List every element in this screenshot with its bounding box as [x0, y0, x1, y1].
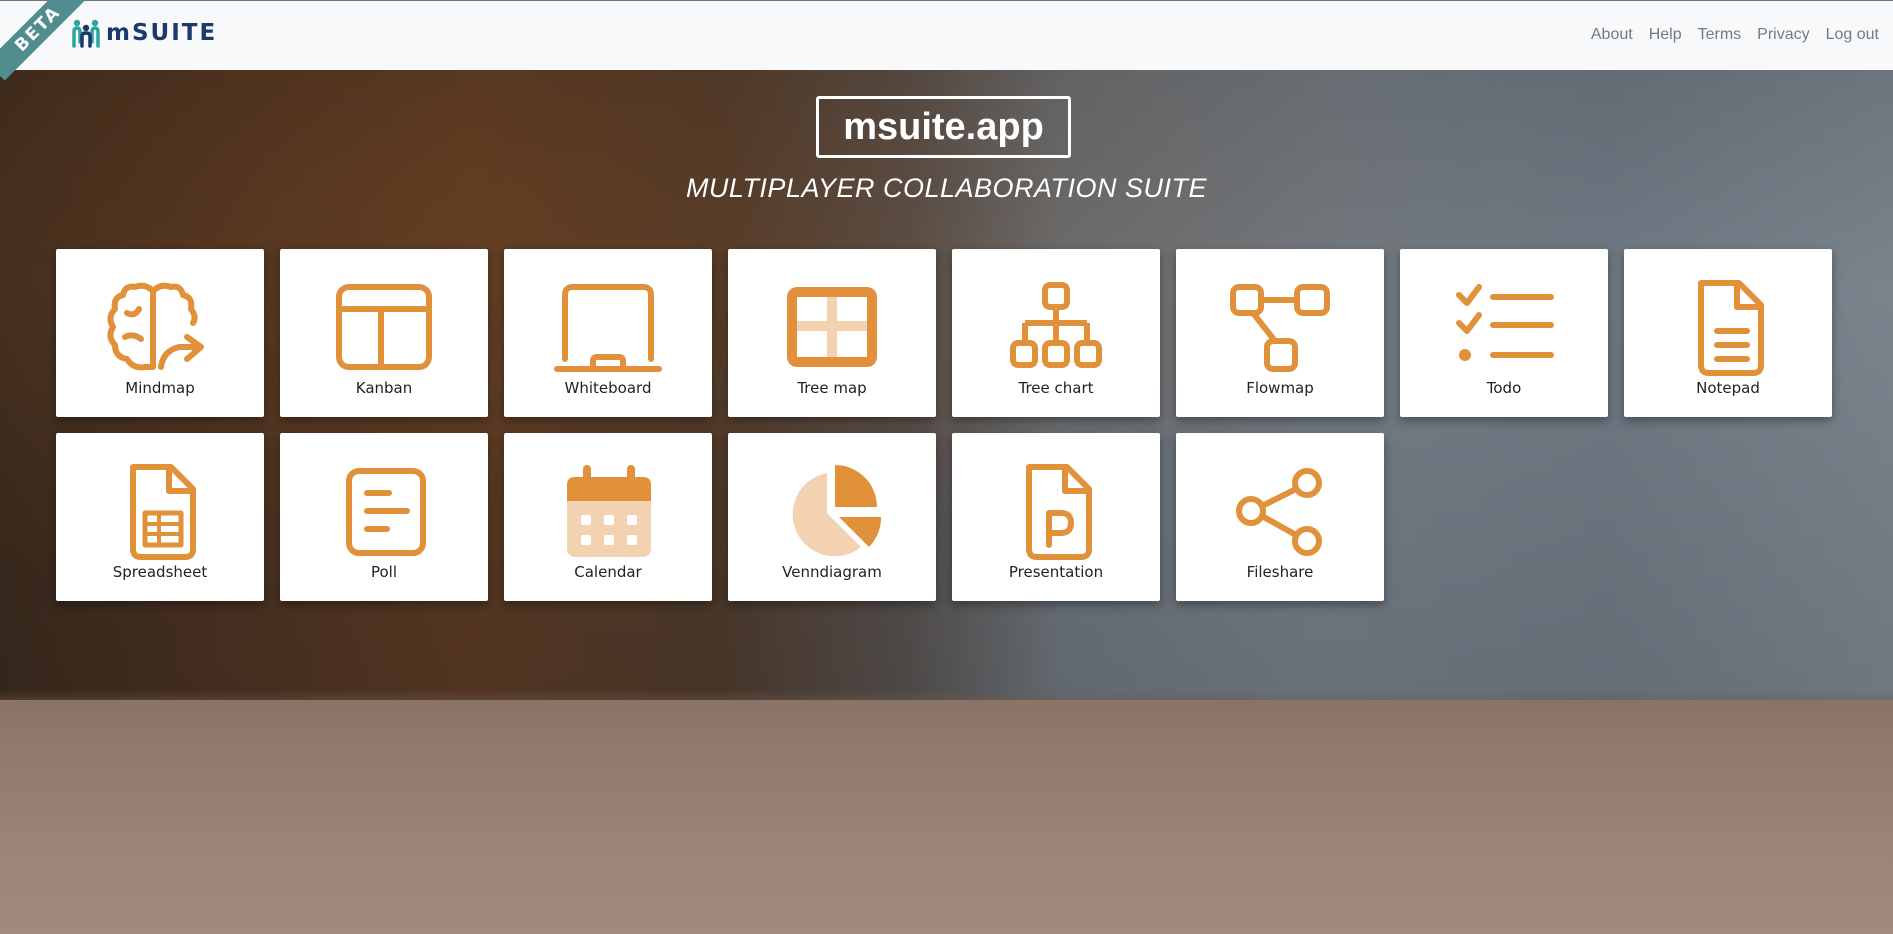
app-card-tree-chart[interactable]: Tree chart: [952, 249, 1160, 417]
checklist-icon: [1449, 279, 1559, 379]
people-logo-icon: [72, 19, 100, 48]
app-label: Kanban: [355, 379, 413, 397]
top-navbar: mSUITE About Help Terms Privacy Log out: [0, 0, 1893, 70]
app-label: Whiteboard: [564, 379, 652, 397]
share-icon: [1225, 463, 1335, 563]
app-card-fileshare[interactable]: Fileshare: [1176, 433, 1384, 601]
site-tagline: MULTIPLAYER COLLABORATION SUITE: [685, 173, 1208, 203]
app-label: Todo: [1486, 379, 1522, 397]
app-card-todo[interactable]: Todo: [1400, 249, 1608, 417]
app-card-presentation[interactable]: Presentation: [952, 433, 1160, 601]
app-label: Poll: [370, 563, 398, 581]
flowmap-icon: [1225, 279, 1335, 379]
brain-icon: [105, 279, 215, 379]
app-label: Mindmap: [125, 379, 195, 397]
app-label: Spreadsheet: [112, 563, 208, 581]
app-label: Fileshare: [1246, 563, 1314, 581]
app-card-flowmap[interactable]: Flowmap: [1176, 249, 1384, 417]
nav-about-link[interactable]: About: [1591, 26, 1633, 44]
calendar-icon: [553, 463, 663, 563]
brand-logo[interactable]: mSUITE: [70, 17, 217, 49]
document-icon: [1673, 279, 1783, 379]
app-card-spreadsheet[interactable]: Spreadsheet: [56, 433, 264, 601]
app-grid: Mindmap Kanban Whiteboard Tree map Tree …: [56, 249, 1834, 601]
nav-logout-link[interactable]: Log out: [1826, 26, 1879, 44]
treemap-icon: [777, 279, 887, 379]
nav-privacy-link[interactable]: Privacy: [1757, 26, 1809, 44]
app-card-kanban[interactable]: Kanban: [280, 249, 488, 417]
spreadsheet-icon: [105, 463, 215, 563]
kanban-board-icon: [329, 279, 439, 379]
app-label: Presentation: [1008, 563, 1104, 581]
site-title: msuite.app: [816, 96, 1071, 158]
nav-help-link[interactable]: Help: [1649, 26, 1682, 44]
nav-terms-link[interactable]: Terms: [1698, 26, 1742, 44]
tree-chart-icon: [1001, 279, 1111, 379]
whiteboard-icon: [553, 279, 663, 379]
top-nav: About Help Terms Privacy Log out: [1591, 26, 1879, 44]
app-card-treemap[interactable]: Tree map: [728, 249, 936, 417]
app-card-venndiagram[interactable]: Venndiagram: [728, 433, 936, 601]
app-card-notepad[interactable]: Notepad: [1624, 249, 1832, 417]
app-label: Calendar: [574, 563, 642, 581]
background-table: [0, 700, 1893, 934]
app-card-calendar[interactable]: Calendar: [504, 433, 712, 601]
pie-chart-icon: [777, 463, 887, 563]
app-label: Notepad: [1696, 379, 1760, 397]
app-label: Tree map: [797, 379, 867, 397]
app-card-poll[interactable]: Poll: [280, 433, 488, 601]
app-label: Venndiagram: [782, 563, 882, 581]
presentation-file-icon: [1001, 463, 1111, 563]
brand-logo-text: mSUITE: [106, 20, 218, 46]
poll-icon: [329, 463, 439, 563]
app-card-whiteboard[interactable]: Whiteboard: [504, 249, 712, 417]
app-card-mindmap[interactable]: Mindmap: [56, 249, 264, 417]
app-label: Flowmap: [1246, 379, 1314, 397]
app-label: Tree chart: [1018, 379, 1094, 397]
